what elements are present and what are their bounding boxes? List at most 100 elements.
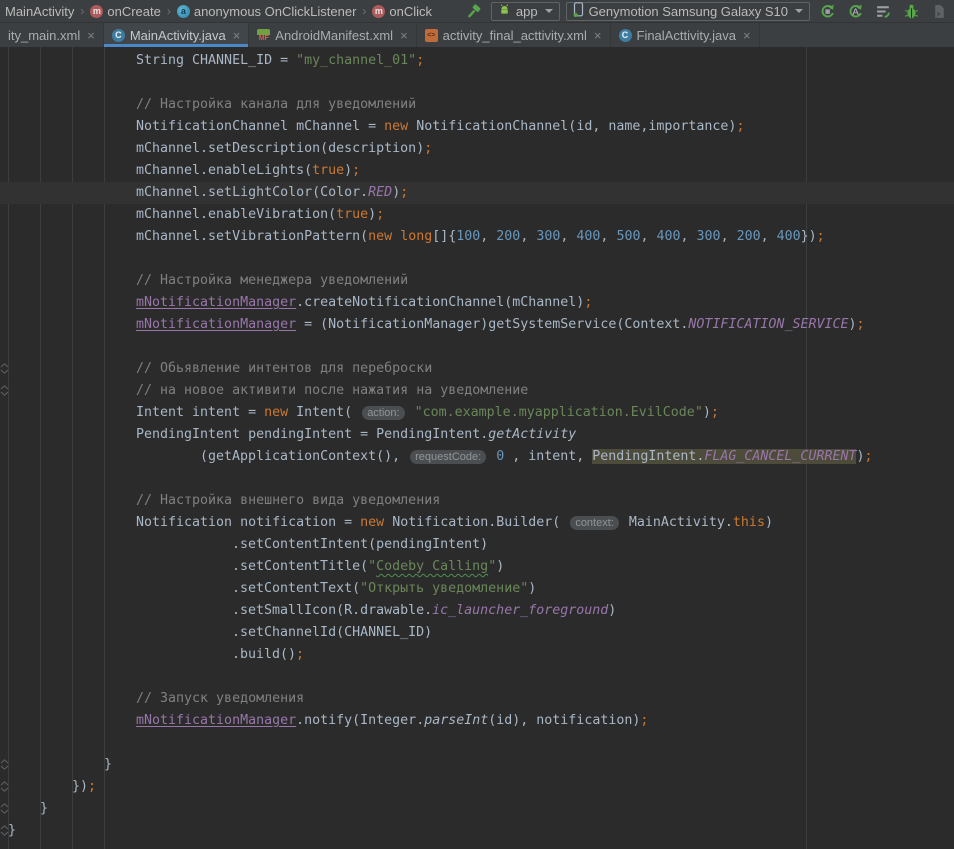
code-line[interactable]: mChannel.setDescription(description); [0, 138, 954, 160]
code-line[interactable] [0, 248, 954, 270]
device-label: Genymotion Samsung Galaxy S10 [589, 4, 788, 19]
code-token [488, 449, 496, 464]
code-line[interactable] [0, 72, 954, 94]
code-token: "my_channel_01" [296, 53, 416, 68]
editor-tab-bar: ity_main.xml×CMainActivity.java×MFAndroi… [0, 23, 954, 47]
code-token [407, 405, 415, 420]
code-token: , [600, 229, 616, 244]
code-line[interactable]: // Настройка менеджера уведомлений [0, 270, 954, 292]
code-token: mChannel.setLightColor(Color. [136, 185, 368, 200]
debug-icon[interactable] [900, 1, 922, 21]
code-line[interactable]: mNotificationManager = (NotificationMana… [0, 314, 954, 336]
code-token: PendingIntent. [592, 449, 704, 464]
code-token: Notification notification = [136, 515, 360, 530]
code-token: ; [400, 185, 408, 200]
java-class-icon: C [619, 29, 632, 42]
code-line[interactable]: .setChannelId(CHANNEL_ID) [0, 622, 954, 644]
code-line[interactable]: // на новое активити после нажатия на ув… [0, 380, 954, 402]
code-line[interactable]: .setContentTitle("Codeby Calling") [0, 556, 954, 578]
code-token: mChannel.setVibrationPattern( [136, 229, 368, 244]
code-line[interactable]: Intent intent = new Intent( action: "com… [0, 402, 954, 424]
code-line[interactable]: mChannel.enableLights(true); [0, 160, 954, 182]
anonymous-class-icon: a [177, 5, 190, 18]
code-line[interactable]: Notification notification = new Notifica… [0, 512, 954, 534]
code-token: (id), notification) [488, 713, 640, 728]
breadcrumb-separator: › [79, 4, 85, 18]
code-line[interactable]: PendingIntent pendingIntent = PendingInt… [0, 424, 954, 446]
code-line[interactable]: // Запуск уведомления [0, 688, 954, 710]
code-token: , [681, 229, 697, 244]
code-line[interactable] [0, 732, 954, 754]
tab-finalacttivity-java[interactable]: CFinalActtivity.java× [611, 23, 760, 47]
tab-ity_main-xml[interactable]: ity_main.xml× [0, 23, 104, 47]
code-line[interactable]: mChannel.enableVibration(true); [0, 204, 954, 226]
code-line[interactable]: }); [0, 776, 954, 798]
code-token: mNotificationManager [136, 295, 296, 310]
code-line[interactable]: } [0, 820, 954, 842]
code-line[interactable] [0, 666, 954, 688]
attach-debugger-icon[interactable] [928, 1, 950, 21]
code-line[interactable]: // Обьявление интентов для переброски [0, 358, 954, 380]
code-token: .setContentIntent(pendingIntent) [232, 537, 488, 552]
layout-xml-icon: <> [425, 29, 438, 42]
code-line[interactable]: } [0, 798, 954, 820]
code-line[interactable]: mChannel.setLightColor(Color.RED); [0, 182, 954, 204]
code-line[interactable]: .setSmallIcon(R.drawable.ic_launcher_for… [0, 600, 954, 622]
code-token: , [761, 229, 777, 244]
code-token: // Настройка внешнего вида уведомления [136, 493, 440, 508]
breadcrumb-item[interactable]: monClick [369, 4, 435, 19]
code-line[interactable]: .build(); [0, 644, 954, 666]
tab-close-icon[interactable]: × [233, 28, 241, 43]
code-token: 200 [496, 229, 520, 244]
tab-activity_final_acttivity-xml[interactable]: <>activity_final_acttivity.xml× [417, 23, 611, 47]
code-token: .setContentTitle( [232, 559, 368, 574]
code-line[interactable]: NotificationChannel mChannel = new Notif… [0, 116, 954, 138]
apply-changes-icon[interactable] [816, 1, 838, 21]
build-hammer-icon[interactable] [463, 1, 485, 21]
code-token: mNotificationManager [136, 317, 296, 332]
tab-close-icon[interactable]: × [594, 28, 602, 43]
code-editor[interactable]: String CHANNEL_ID = "my_channel_01"; // Н… [0, 47, 954, 849]
code-line[interactable]: mNotificationManager.createNotificationC… [0, 292, 954, 314]
apply-code-changes-icon[interactable]: A [844, 1, 866, 21]
tab-close-icon[interactable]: × [400, 28, 408, 43]
code-line[interactable]: mChannel.setVibrationPattern(new long[]{… [0, 226, 954, 248]
code-token: true [336, 207, 368, 222]
code-line[interactable]: (getApplicationContext(), requestCode: 0… [0, 446, 954, 468]
android-icon [498, 3, 511, 19]
java-class-icon: C [112, 29, 125, 42]
code-token: .setContentText( [232, 581, 360, 596]
breadcrumb-item[interactable]: MainActivity [2, 4, 77, 19]
code-line[interactable]: mNotificationManager.notify(Integer.pars… [0, 710, 954, 732]
code-token: ; [864, 449, 872, 464]
tab-androidmanifest-xml[interactable]: MFAndroidManifest.xml× [249, 23, 416, 47]
code-token: ; [416, 53, 424, 68]
run-toolbar: app Genymotion Samsung Galaxy S10 A [463, 1, 950, 21]
code-token: new [384, 119, 408, 134]
run-configuration-select[interactable]: app [491, 2, 560, 21]
breadcrumb-item[interactable]: aanonymous OnClickListener [174, 4, 360, 19]
tab-close-icon[interactable]: × [87, 28, 95, 43]
tab-mainactivity-java[interactable]: CMainActivity.java× [104, 23, 249, 47]
profiler-icon[interactable] [872, 1, 894, 21]
code-token: // на новое активити после нажатия на ув… [136, 383, 528, 398]
svg-text:A: A [852, 7, 859, 18]
code-line[interactable]: .setContentText("Открыть уведомление") [0, 578, 954, 600]
code-line[interactable] [0, 336, 954, 358]
code-token: // Обьявление интентов для переброски [136, 361, 432, 376]
code-token: .setSmallIcon(R.drawable. [232, 603, 432, 618]
tab-close-icon[interactable]: × [743, 28, 751, 43]
code-line[interactable]: .setContentIntent(pendingIntent) [0, 534, 954, 556]
breadcrumb-item[interactable]: monCreate [87, 4, 163, 19]
method-icon: m [372, 5, 385, 18]
code-token: = (NotificationManager)getSystemService(… [296, 317, 688, 332]
code-token: " [488, 559, 496, 574]
code-line[interactable] [0, 468, 954, 490]
code-token: RED [368, 185, 392, 200]
code-line[interactable]: String CHANNEL_ID = "my_channel_01"; [0, 50, 954, 72]
code-line[interactable]: } [0, 754, 954, 776]
device-select[interactable]: Genymotion Samsung Galaxy S10 [566, 2, 810, 21]
code-line[interactable]: // Настройка канала для уведомлений [0, 94, 954, 116]
code-line[interactable]: // Настройка внешнего вида уведомления [0, 490, 954, 512]
breadcrumb-label: MainActivity [5, 4, 74, 19]
